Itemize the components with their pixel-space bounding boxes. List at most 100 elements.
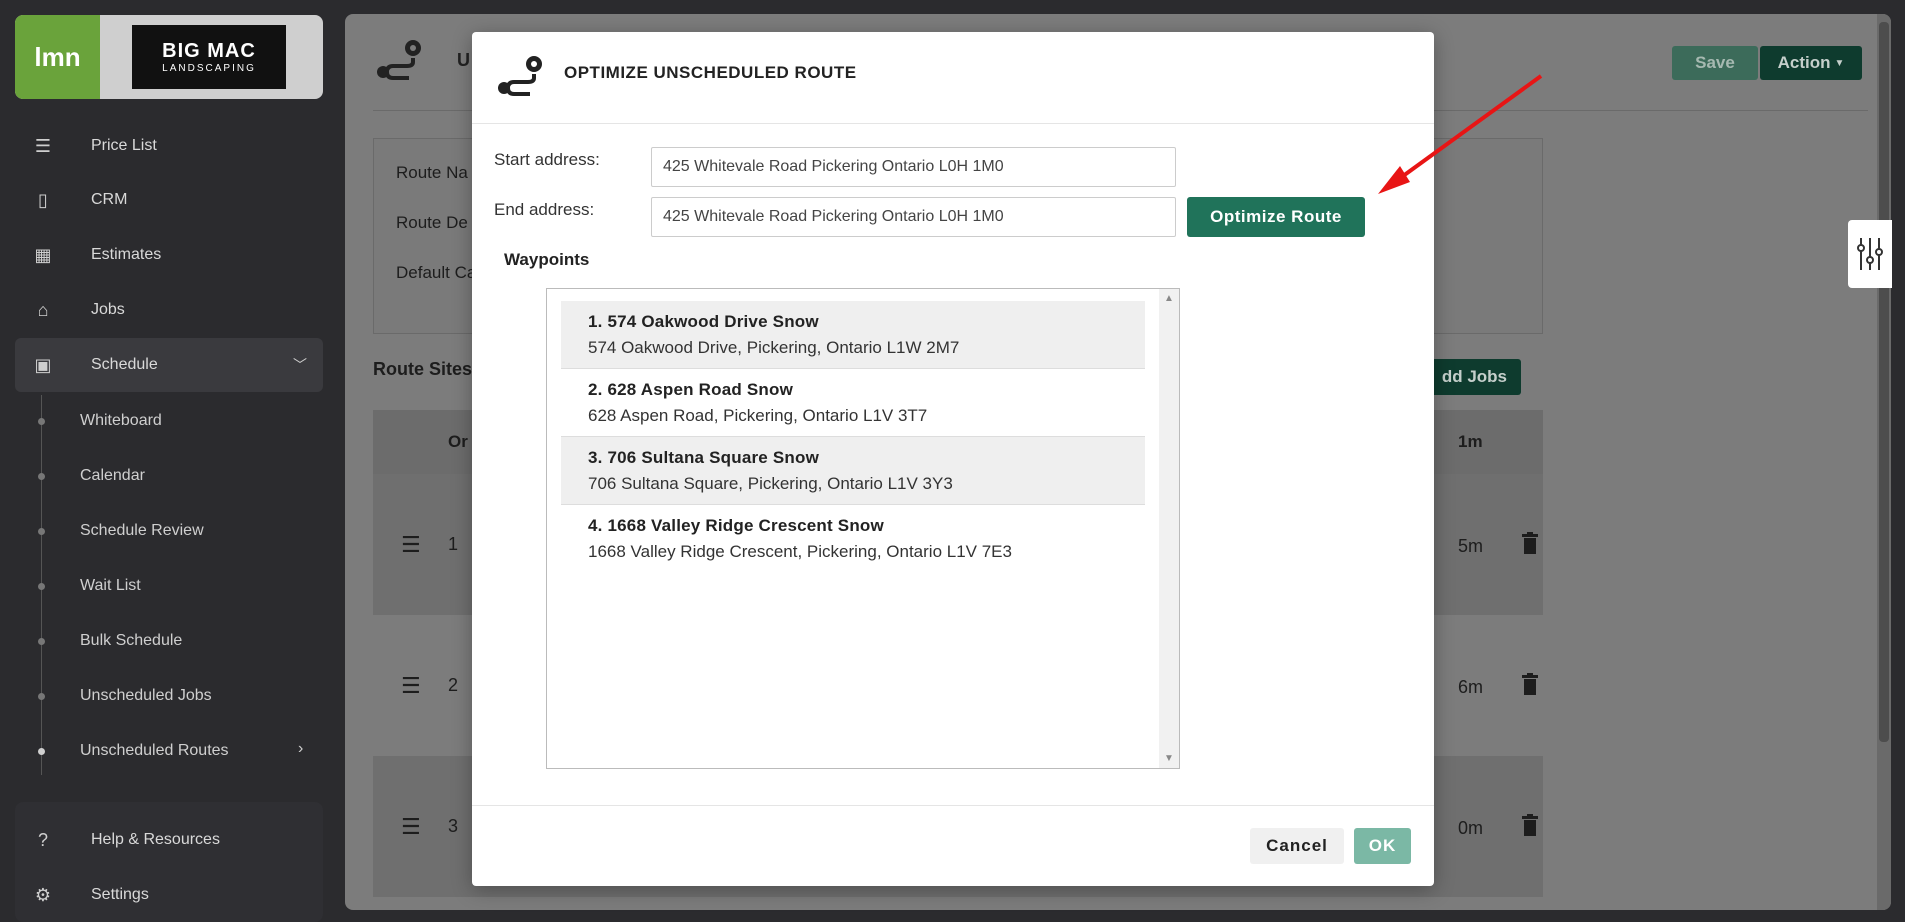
submenu-dot [38, 583, 45, 590]
cancel-button[interactable]: Cancel [1250, 828, 1344, 864]
drag-handle-icon[interactable]: ☰ [401, 814, 421, 840]
submenu-dot [38, 528, 45, 535]
waypoint-address: 574 Oakwood Drive, Pickering, Ontario L1… [588, 338, 960, 357]
sidebar-item-jobs[interactable]: ⌂ Jobs [15, 283, 323, 337]
list-icon: ☰ [34, 135, 52, 156]
modal-title: OPTIMIZE UNSCHEDULED ROUTE [564, 63, 857, 82]
calendar-icon: ▣ [34, 354, 52, 375]
sidebar-subitem-bulk-schedule[interactable]: Bulk Schedule [80, 632, 182, 650]
submenu-dot [38, 473, 45, 480]
chevron-down-icon: ﹀ [293, 357, 307, 373]
action-label: Action [1777, 53, 1831, 72]
row-duration: 5m [1458, 536, 1484, 556]
route-sites-title: Route Sites [373, 359, 473, 379]
sidebar-subitem-wait-list[interactable]: Wait List [80, 577, 141, 595]
optimize-route-button[interactable]: Optimize Route [1187, 197, 1365, 237]
filter-settings-tab[interactable] [1848, 220, 1892, 288]
brand-logos: lmn BIG MAC LANDSCAPING [15, 15, 323, 99]
page-title: U [457, 50, 470, 70]
page-scrollbar[interactable] [1877, 14, 1891, 910]
lmn-logo: lmn [15, 15, 100, 99]
help-icon: ? [37, 829, 48, 850]
trash-icon[interactable] [1521, 814, 1539, 836]
route-icon [498, 56, 542, 96]
sidebar-subitem-unscheduled-routes[interactable]: Unscheduled Routes [80, 742, 229, 760]
drag-handle-icon[interactable]: ☰ [401, 673, 421, 699]
trash-icon[interactable] [1521, 673, 1539, 695]
scroll-down-arrow-icon[interactable]: ▼ [1164, 753, 1174, 764]
default-crew-label: Default Ca [396, 263, 477, 282]
start-address-label: Start address: [494, 150, 600, 169]
modal-header: OPTIMIZE UNSCHEDULED ROUTE [472, 32, 1434, 124]
scroll-up-arrow-icon[interactable]: ▲ [1164, 293, 1174, 304]
end-address-input[interactable] [651, 197, 1176, 237]
sidebar-item-settings[interactable]: ⚙ Settings [15, 868, 323, 922]
sidebar-item-help[interactable]: ? Help & Resources [15, 813, 323, 867]
drag-handle-icon[interactable]: ☰ [401, 532, 421, 558]
row-order: 2 [448, 675, 459, 695]
sidebar-item-crm[interactable]: ▯ CRM [15, 173, 323, 227]
scrollbar-thumb[interactable] [1879, 22, 1889, 742]
sidebar-subitem-calendar[interactable]: Calendar [80, 467, 145, 485]
sidebar-item-label: Price List [91, 137, 157, 154]
waypoint-title: 2. 628 Aspen Road Snow [588, 380, 793, 399]
sidebar-item-schedule[interactable]: ▣ Schedule ﹀ [15, 338, 323, 392]
optimize-route-modal: OPTIMIZE UNSCHEDULED ROUTE Start address… [472, 32, 1434, 886]
sidebar-item-label: Jobs [91, 301, 125, 318]
waypoint-address: 628 Aspen Road, Pickering, Ontario L1V 3… [588, 406, 928, 425]
sidebar: lmn BIG MAC LANDSCAPING ☰ Price List ▯ C… [0, 0, 340, 922]
company-logo-line2: LANDSCAPING [162, 63, 256, 74]
modal-footer-divider [472, 805, 1434, 806]
waypoints-list[interactable]: 1. 574 Oakwood Drive Snow 574 Oakwood Dr… [546, 288, 1180, 769]
row-duration: 0m [1458, 818, 1484, 838]
waypoint-item[interactable]: 1. 574 Oakwood Drive Snow 574 Oakwood Dr… [561, 301, 1145, 369]
row-duration: 6m [1458, 677, 1484, 697]
ok-button[interactable]: OK [1354, 828, 1411, 864]
sidebar-subitem-whiteboard[interactable]: Whiteboard [80, 412, 162, 430]
sidebar-item-label: Settings [91, 886, 149, 903]
waypoint-title: 1. 574 Oakwood Drive Snow [588, 312, 819, 331]
sidebar-item-label: Estimates [91, 246, 162, 263]
sidebar-item-price-list[interactable]: ☰ Price List [15, 118, 323, 174]
column-header-time: 1m [1458, 432, 1483, 451]
sidebar-item-label: CRM [91, 191, 128, 208]
waypoint-address: 1668 Valley Ridge Crescent, Pickering, O… [588, 542, 1012, 561]
end-address-label: End address: [494, 200, 595, 219]
waypoint-item[interactable]: 4. 1668 Valley Ridge Crescent Snow 1668 … [561, 505, 1145, 573]
route-name-label: Route Na [396, 163, 468, 182]
calculator-icon: ▦ [34, 244, 52, 265]
waypoint-item[interactable]: 3. 706 Sultana Square Snow 706 Sultana S… [561, 437, 1145, 505]
waypoint-address: 706 Sultana Square, Pickering, Ontario L… [588, 474, 953, 493]
waypoints-scrollbar[interactable]: ▲ ▼ [1159, 289, 1179, 768]
save-button[interactable]: Save [1672, 46, 1758, 80]
route-description-label: Route De [396, 213, 468, 232]
sidebar-subitem-schedule-review[interactable]: Schedule Review [80, 522, 204, 540]
trash-icon[interactable] [1521, 532, 1539, 554]
route-icon [373, 36, 425, 97]
caret-down-icon: ▼ [1834, 57, 1845, 69]
submenu-dot [38, 693, 45, 700]
submenu-dot-active [38, 748, 45, 755]
contact-card-icon: ▯ [38, 189, 48, 210]
chevron-right-icon: › [298, 740, 304, 757]
gear-icon: ⚙ [34, 884, 52, 905]
waypoint-title: 3. 706 Sultana Square Snow [588, 448, 819, 467]
start-address-input[interactable] [651, 147, 1176, 187]
warehouse-icon: ⌂ [37, 299, 49, 320]
sidebar-item-label: Schedule [91, 356, 158, 373]
annotation-arrow-icon [1378, 74, 1543, 194]
submenu-dot [38, 418, 45, 425]
row-order: 1 [448, 534, 459, 554]
company-logo: BIG MAC LANDSCAPING [132, 25, 286, 89]
company-logo-line1: BIG MAC [162, 40, 256, 62]
sliders-icon [1857, 238, 1883, 270]
column-header-order: Or [448, 432, 468, 451]
waypoints-label: Waypoints [504, 250, 590, 269]
row-order: 3 [448, 816, 459, 836]
sidebar-subitem-unscheduled-jobs[interactable]: Unscheduled Jobs [80, 687, 212, 705]
submenu-dot [38, 638, 45, 645]
action-dropdown-button[interactable]: Action ▼ [1760, 46, 1862, 80]
waypoint-item[interactable]: 2. 628 Aspen Road Snow 628 Aspen Road, P… [561, 369, 1145, 437]
sidebar-item-estimates[interactable]: ▦ Estimates [15, 228, 323, 282]
waypoint-title: 4. 1668 Valley Ridge Crescent Snow [588, 516, 884, 535]
